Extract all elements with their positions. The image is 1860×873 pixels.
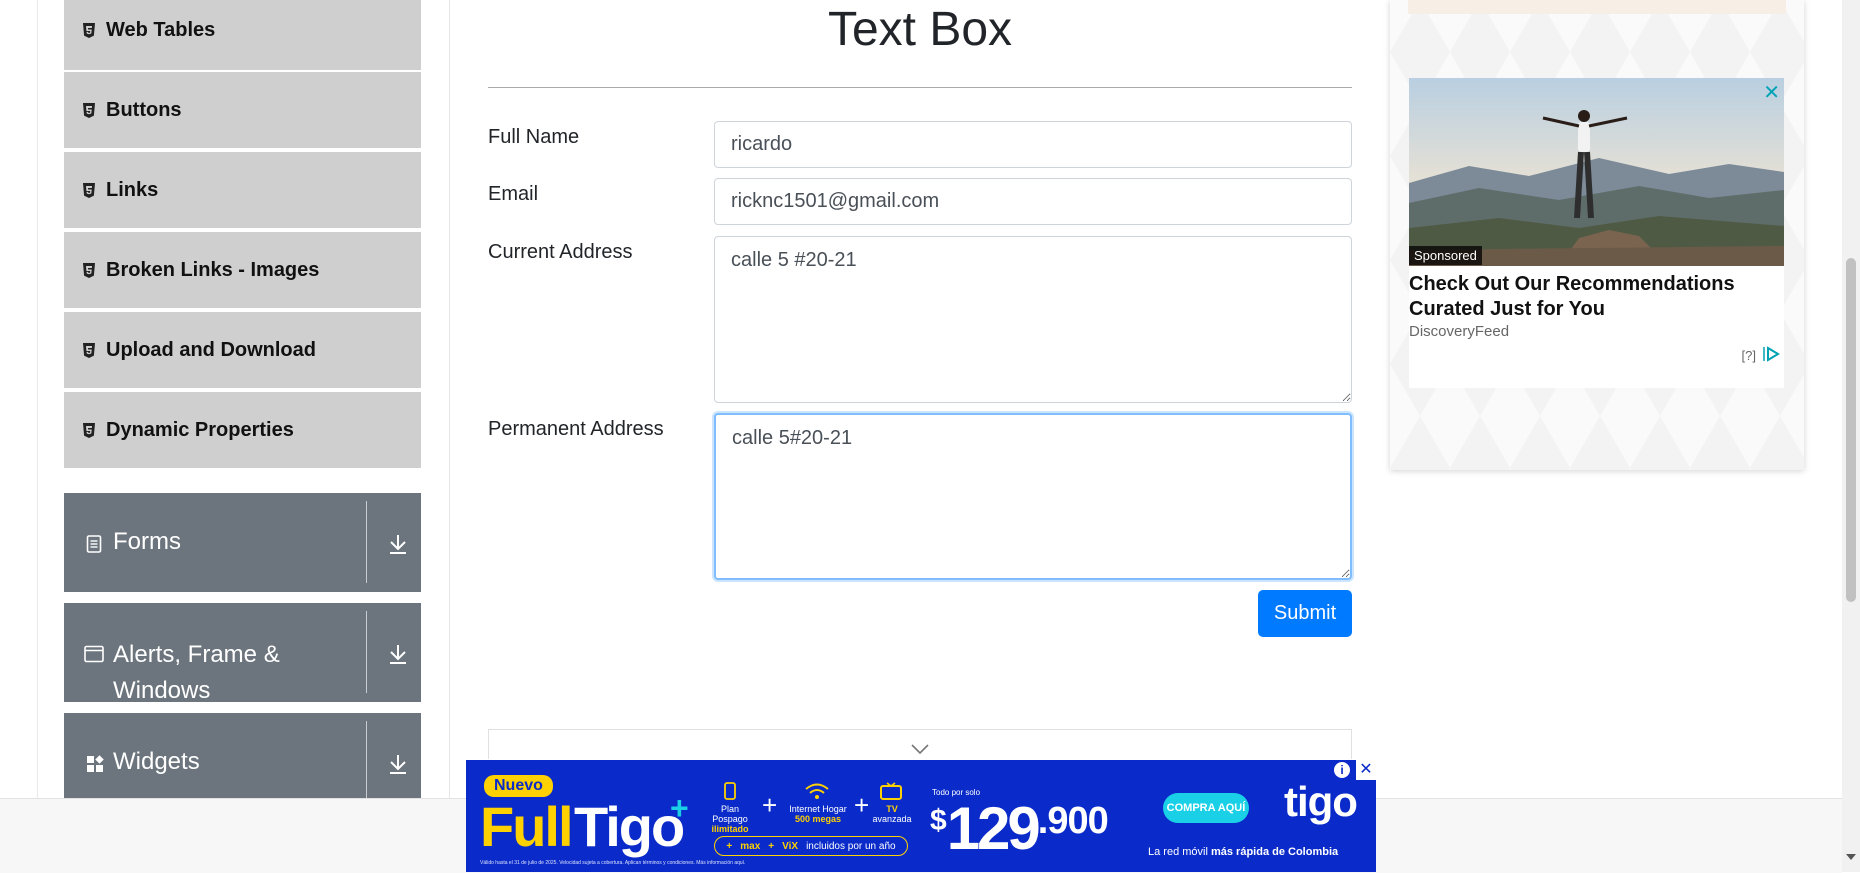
sidebar-group-label: Widgets bbox=[113, 748, 200, 775]
ad-info-icon[interactable]: i bbox=[1334, 762, 1350, 778]
price-currency: $ bbox=[930, 804, 947, 837]
sidebar-divider bbox=[449, 0, 450, 798]
ad-bundle-strip: + max + ViX incluidos por un año bbox=[714, 836, 908, 856]
ad-strip-max: max bbox=[740, 840, 761, 852]
price-cents: .900 bbox=[1037, 800, 1109, 842]
feature-tv: TV avanzada bbox=[870, 804, 914, 824]
sidebar-group-alerts-frame-windows[interactable]: Alerts, Frame & Windows bbox=[64, 603, 421, 704]
sidebar-item-web-tables[interactable]: Web Tables bbox=[64, 0, 421, 72]
sidebar-item-links[interactable]: Links bbox=[64, 152, 421, 230]
ad-brand-full: Full bbox=[480, 795, 574, 858]
feature-plan: Plan Pospago ilimitado bbox=[704, 804, 756, 834]
download-arrow-icon[interactable] bbox=[388, 643, 408, 670]
ad-plus-sign: + bbox=[762, 790, 778, 820]
ad-strip-text: incluidos por un año bbox=[806, 840, 896, 852]
submit-button[interactable]: Submit bbox=[1258, 590, 1352, 637]
full-name-label: Full Name bbox=[488, 126, 580, 148]
ad-legal-text: Válido hasta el 31 de julio de 2025. Vel… bbox=[480, 860, 746, 866]
sidebar-item-upload-and-download[interactable]: Upload and Download bbox=[64, 312, 421, 390]
wifi-icon bbox=[804, 782, 830, 805]
group-separator bbox=[366, 611, 367, 693]
sidebar-item-label: Buttons bbox=[106, 98, 182, 121]
ad-brand-plus: + bbox=[670, 790, 689, 826]
ad-close-icon[interactable]: ✕ bbox=[1763, 80, 1780, 105]
current-address-label: Current Address bbox=[488, 241, 633, 263]
ad-brand-tigo: Tigo bbox=[574, 795, 685, 858]
sidebar-item-label: Web Tables bbox=[106, 18, 216, 41]
ad-top-strip bbox=[1408, 0, 1786, 14]
ad-plus-sign: + bbox=[854, 790, 870, 820]
adchoices-icon[interactable] bbox=[1762, 346, 1780, 367]
sponsored-ad-card[interactable]: ✕ Sponsored Check Out Our Recommendation… bbox=[1409, 78, 1784, 388]
ad-headline[interactable]: Check Out Our Recommendations Curated Ju… bbox=[1409, 272, 1779, 322]
sidebar-item-dynamic-properties[interactable]: Dynamic Properties bbox=[64, 392, 421, 470]
sidebar-item-label: Broken Links - Images bbox=[106, 258, 320, 281]
buy-here-button[interactable]: COMPRA AQUÍ bbox=[1163, 793, 1249, 823]
scrollbar-thumb[interactable] bbox=[1846, 258, 1856, 602]
feature-internet-line1: Internet Hogar bbox=[789, 804, 847, 814]
page-gutter-line bbox=[37, 0, 38, 798]
html5-icon bbox=[82, 342, 96, 358]
ad-info-link[interactable]: [?] bbox=[1742, 348, 1756, 363]
ad-tagline: La red móvil más rápida de Colombia bbox=[1148, 846, 1338, 858]
phone-icon bbox=[724, 782, 736, 805]
ad-strip-plus: + bbox=[726, 840, 733, 852]
sidebar-item-label: Links bbox=[106, 178, 159, 201]
feature-internet-line2: 500 megas bbox=[794, 814, 842, 824]
price-main: 129 bbox=[946, 795, 1041, 862]
tigo-logo: tigo bbox=[1284, 778, 1358, 825]
group-separator bbox=[366, 501, 367, 583]
download-arrow-icon[interactable] bbox=[388, 753, 408, 780]
sidebar-group-label: Forms bbox=[113, 528, 181, 555]
full-name-input[interactable] bbox=[714, 121, 1352, 168]
download-arrow-icon[interactable] bbox=[388, 533, 408, 560]
html5-icon bbox=[82, 182, 96, 198]
sidebar-item-broken-links-images[interactable]: Broken Links - Images bbox=[64, 232, 421, 310]
page-title: Text Box bbox=[827, 3, 1013, 56]
document-icon bbox=[86, 535, 102, 558]
ad-strip-vix: ViX bbox=[782, 840, 799, 852]
permanent-address-textarea[interactable]: calle 5#20-21 bbox=[714, 413, 1352, 580]
scroll-down-arrow-icon[interactable] bbox=[1846, 850, 1856, 864]
ad-price: $129.900 bbox=[930, 794, 1109, 863]
ad-tagline-pre: La red móvil bbox=[1148, 846, 1208, 858]
bottom-banner-ad[interactable]: Nuevo Full Tigo + Plan Pospago ilimitado… bbox=[466, 760, 1376, 872]
title-divider bbox=[488, 87, 1352, 88]
html5-icon bbox=[82, 22, 96, 38]
sidebar-item-buttons[interactable]: Buttons bbox=[64, 72, 421, 150]
group-separator bbox=[366, 721, 367, 803]
feature-tv-line1: TV bbox=[886, 804, 898, 814]
permanent-address-label: Permanent Address bbox=[488, 418, 664, 440]
sidebar-group-label-line2: Windows bbox=[113, 677, 211, 704]
sidebar-item-label: Dynamic Properties bbox=[106, 418, 294, 441]
output-panel bbox=[488, 729, 1352, 759]
sidebar-item-label: Upload and Download bbox=[106, 338, 316, 361]
feature-internet: Internet Hogar 500 megas bbox=[788, 804, 848, 824]
feature-tv-line2: avanzada bbox=[872, 814, 912, 824]
html5-icon bbox=[82, 422, 96, 438]
ad-close-icon[interactable]: ✕ bbox=[1356, 760, 1376, 780]
sponsored-ad-panel: ✕ Sponsored Check Out Our Recommendation… bbox=[1390, 0, 1804, 470]
current-address-textarea[interactable]: calle 5 #20-21 bbox=[714, 236, 1352, 403]
email-label: Email bbox=[488, 183, 539, 205]
ad-source[interactable]: DiscoveryFeed bbox=[1409, 323, 1509, 340]
ad-strip-plus-2: + bbox=[768, 840, 775, 852]
html5-icon bbox=[82, 102, 96, 118]
page-scrollbar[interactable] bbox=[1842, 0, 1860, 872]
sponsored-badge: Sponsored bbox=[1409, 246, 1482, 265]
ad-photo[interactable] bbox=[1409, 78, 1784, 266]
sidebar-group-label: Alerts, Frame & bbox=[113, 641, 280, 668]
widgets-icon bbox=[86, 755, 104, 778]
html5-icon bbox=[82, 262, 96, 278]
tv-icon bbox=[880, 782, 902, 805]
sidebar-group-forms[interactable]: Forms bbox=[64, 493, 421, 592]
feature-plan-line2: ilimitado bbox=[711, 824, 749, 834]
window-icon bbox=[84, 645, 104, 668]
email-input[interactable] bbox=[714, 178, 1352, 225]
chevron-down-icon[interactable] bbox=[910, 742, 930, 760]
ad-tagline-bold: más rápida de Colombia bbox=[1210, 846, 1339, 858]
feature-plan-line1: Plan Pospago bbox=[712, 804, 748, 824]
